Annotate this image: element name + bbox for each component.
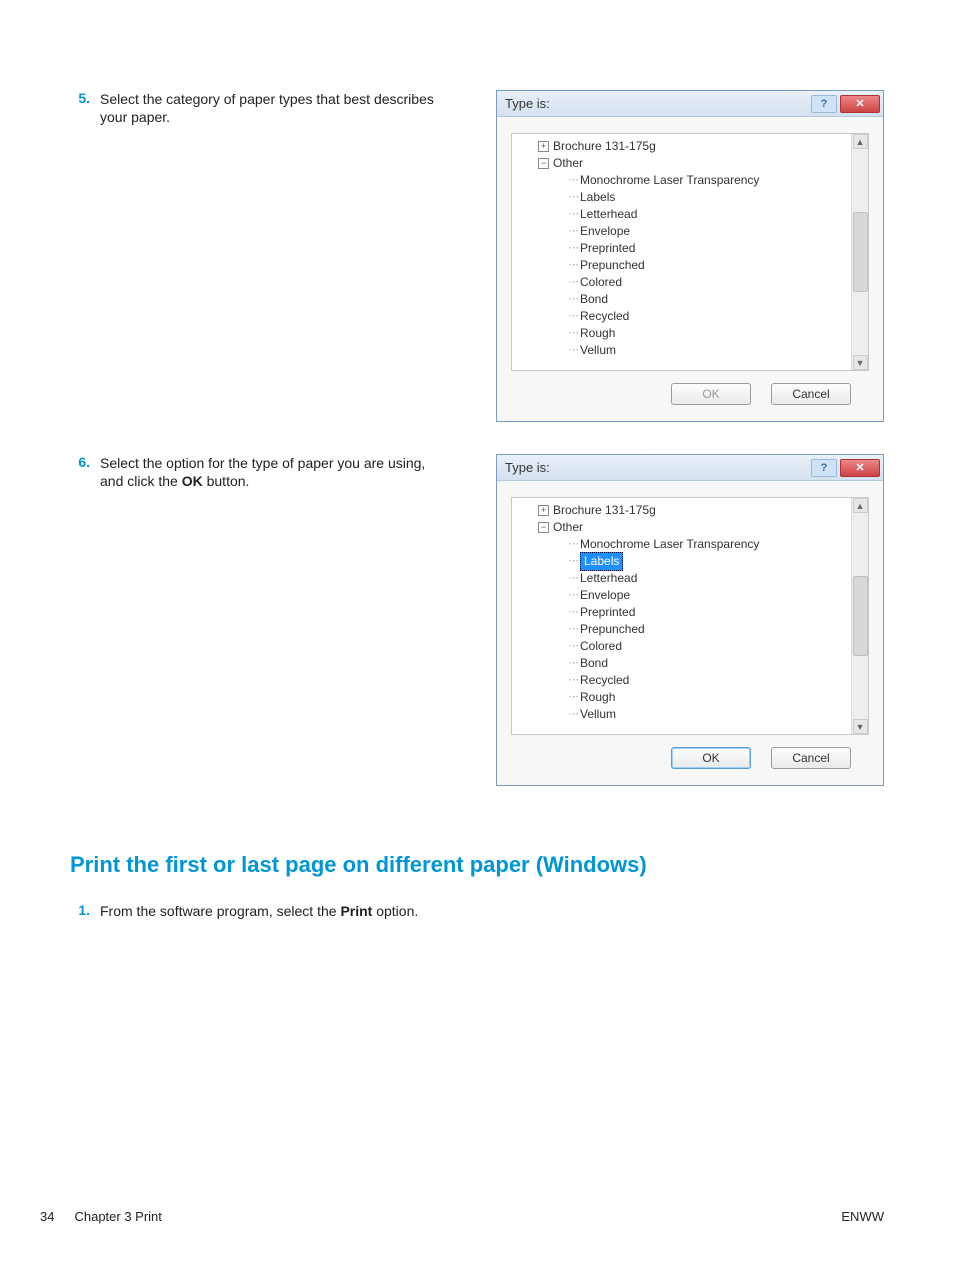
tree-item[interactable]: Other [553, 155, 583, 172]
dialog-titlebar: Type is: ? ✕ [497, 455, 883, 481]
dialog-buttons: OK Cancel [511, 735, 869, 771]
step-number: 6. [70, 454, 100, 470]
paper-type-tree[interactable]: + Brochure 131-175g − Other ⋯Monochrome … [511, 497, 869, 735]
tree-item[interactable]: Preprinted [580, 604, 635, 621]
cancel-button[interactable]: Cancel [771, 747, 851, 769]
tree-item[interactable]: Recycled [580, 672, 629, 689]
collapse-icon[interactable]: − [538, 158, 549, 169]
dialog-titlebar: Type is: ? ✕ [497, 91, 883, 117]
tree-item[interactable]: Rough [580, 689, 615, 706]
tree-item[interactable]: Monochrome Laser Transparency [580, 536, 759, 553]
close-icon[interactable]: ✕ [840, 95, 880, 113]
tree-item[interactable]: Recycled [580, 308, 629, 325]
scrollbar[interactable]: ▲ ▼ [851, 134, 868, 370]
page-number: 34 [40, 1209, 54, 1224]
step-number: 1. [70, 902, 100, 918]
tree-item[interactable]: Other [553, 519, 583, 536]
expand-icon[interactable]: + [538, 505, 549, 516]
tree-item[interactable]: Vellum [580, 706, 616, 723]
tree-item[interactable]: Prepunched [580, 257, 645, 274]
ok-button[interactable]: OK [671, 747, 751, 769]
help-icon[interactable]: ? [811, 459, 837, 477]
step-text: Select the option for the type of paper … [100, 454, 460, 490]
close-icon[interactable]: ✕ [840, 459, 880, 477]
expand-icon[interactable]: + [538, 141, 549, 152]
footer-right: ENWW [841, 1209, 884, 1224]
tree-item-selected[interactable]: Labels [580, 552, 623, 571]
dialog-body: + Brochure 131-175g − Other ⋯Monochrome … [497, 117, 883, 421]
tree-item[interactable]: Preprinted [580, 240, 635, 257]
tree-item[interactable]: Bond [580, 291, 608, 308]
tree-item[interactable]: Envelope [580, 587, 630, 604]
type-is-dialog-2: Type is: ? ✕ + Brochure 131-175g − Other [496, 454, 884, 786]
tree-content: + Brochure 131-175g − Other ⋯Monochrome … [512, 498, 851, 734]
tree-item[interactable]: Letterhead [580, 206, 637, 223]
scrollbar[interactable]: ▲ ▼ [851, 498, 868, 734]
tree-item[interactable]: Brochure 131-175g [553, 138, 656, 155]
dialog-body: + Brochure 131-175g − Other ⋯Monochrome … [497, 481, 883, 785]
tree-item[interactable]: Letterhead [580, 570, 637, 587]
step-1-row: 1. From the software program, select the… [70, 902, 884, 920]
dialog-container-1: Type is: ? ✕ + Brochure 131-175g − Other [496, 90, 884, 438]
step-6-row: 6. Select the option for the type of pap… [70, 454, 884, 802]
type-is-dialog-1: Type is: ? ✕ + Brochure 131-175g − Other [496, 90, 884, 422]
scroll-thumb[interactable] [853, 212, 868, 292]
step-text: Select the category of paper types that … [100, 90, 460, 126]
ok-button[interactable]: OK [671, 383, 751, 405]
scroll-up-icon[interactable]: ▲ [853, 134, 868, 149]
dialog-buttons: OK Cancel [511, 371, 869, 407]
tree-item[interactable]: Monochrome Laser Transparency [580, 172, 759, 189]
section-heading: Print the first or last page on differen… [70, 852, 884, 878]
collapse-icon[interactable]: − [538, 522, 549, 533]
step-5-row: 5. Select the category of paper types th… [70, 90, 884, 438]
scroll-thumb[interactable] [853, 576, 868, 656]
dialog-title: Type is: [505, 460, 550, 475]
cancel-button[interactable]: Cancel [771, 383, 851, 405]
tree-item[interactable]: Colored [580, 638, 622, 655]
tree-item[interactable]: Envelope [580, 223, 630, 240]
dialog-container-2: Type is: ? ✕ + Brochure 131-175g − Other [496, 454, 884, 802]
step-text: From the software program, select the Pr… [100, 902, 460, 920]
step-number: 5. [70, 90, 100, 106]
tree-item[interactable]: Bond [580, 655, 608, 672]
page-footer: 34 Chapter 3 Print ENWW [40, 1209, 884, 1224]
scroll-down-icon[interactable]: ▼ [853, 355, 868, 370]
dialog-title: Type is: [505, 96, 550, 111]
tree-content: + Brochure 131-175g − Other ⋯Monochrome … [512, 134, 851, 370]
paper-type-tree[interactable]: + Brochure 131-175g − Other ⋯Monochrome … [511, 133, 869, 371]
scroll-down-icon[interactable]: ▼ [853, 719, 868, 734]
scroll-up-icon[interactable]: ▲ [853, 498, 868, 513]
tree-item[interactable]: Vellum [580, 342, 616, 359]
chapter-label: Chapter 3 Print [74, 1209, 841, 1224]
tree-item[interactable]: Labels [580, 189, 615, 206]
help-icon[interactable]: ? [811, 95, 837, 113]
tree-item[interactable]: Rough [580, 325, 615, 342]
tree-item[interactable]: Prepunched [580, 621, 645, 638]
tree-item[interactable]: Brochure 131-175g [553, 502, 656, 519]
tree-item[interactable]: Colored [580, 274, 622, 291]
